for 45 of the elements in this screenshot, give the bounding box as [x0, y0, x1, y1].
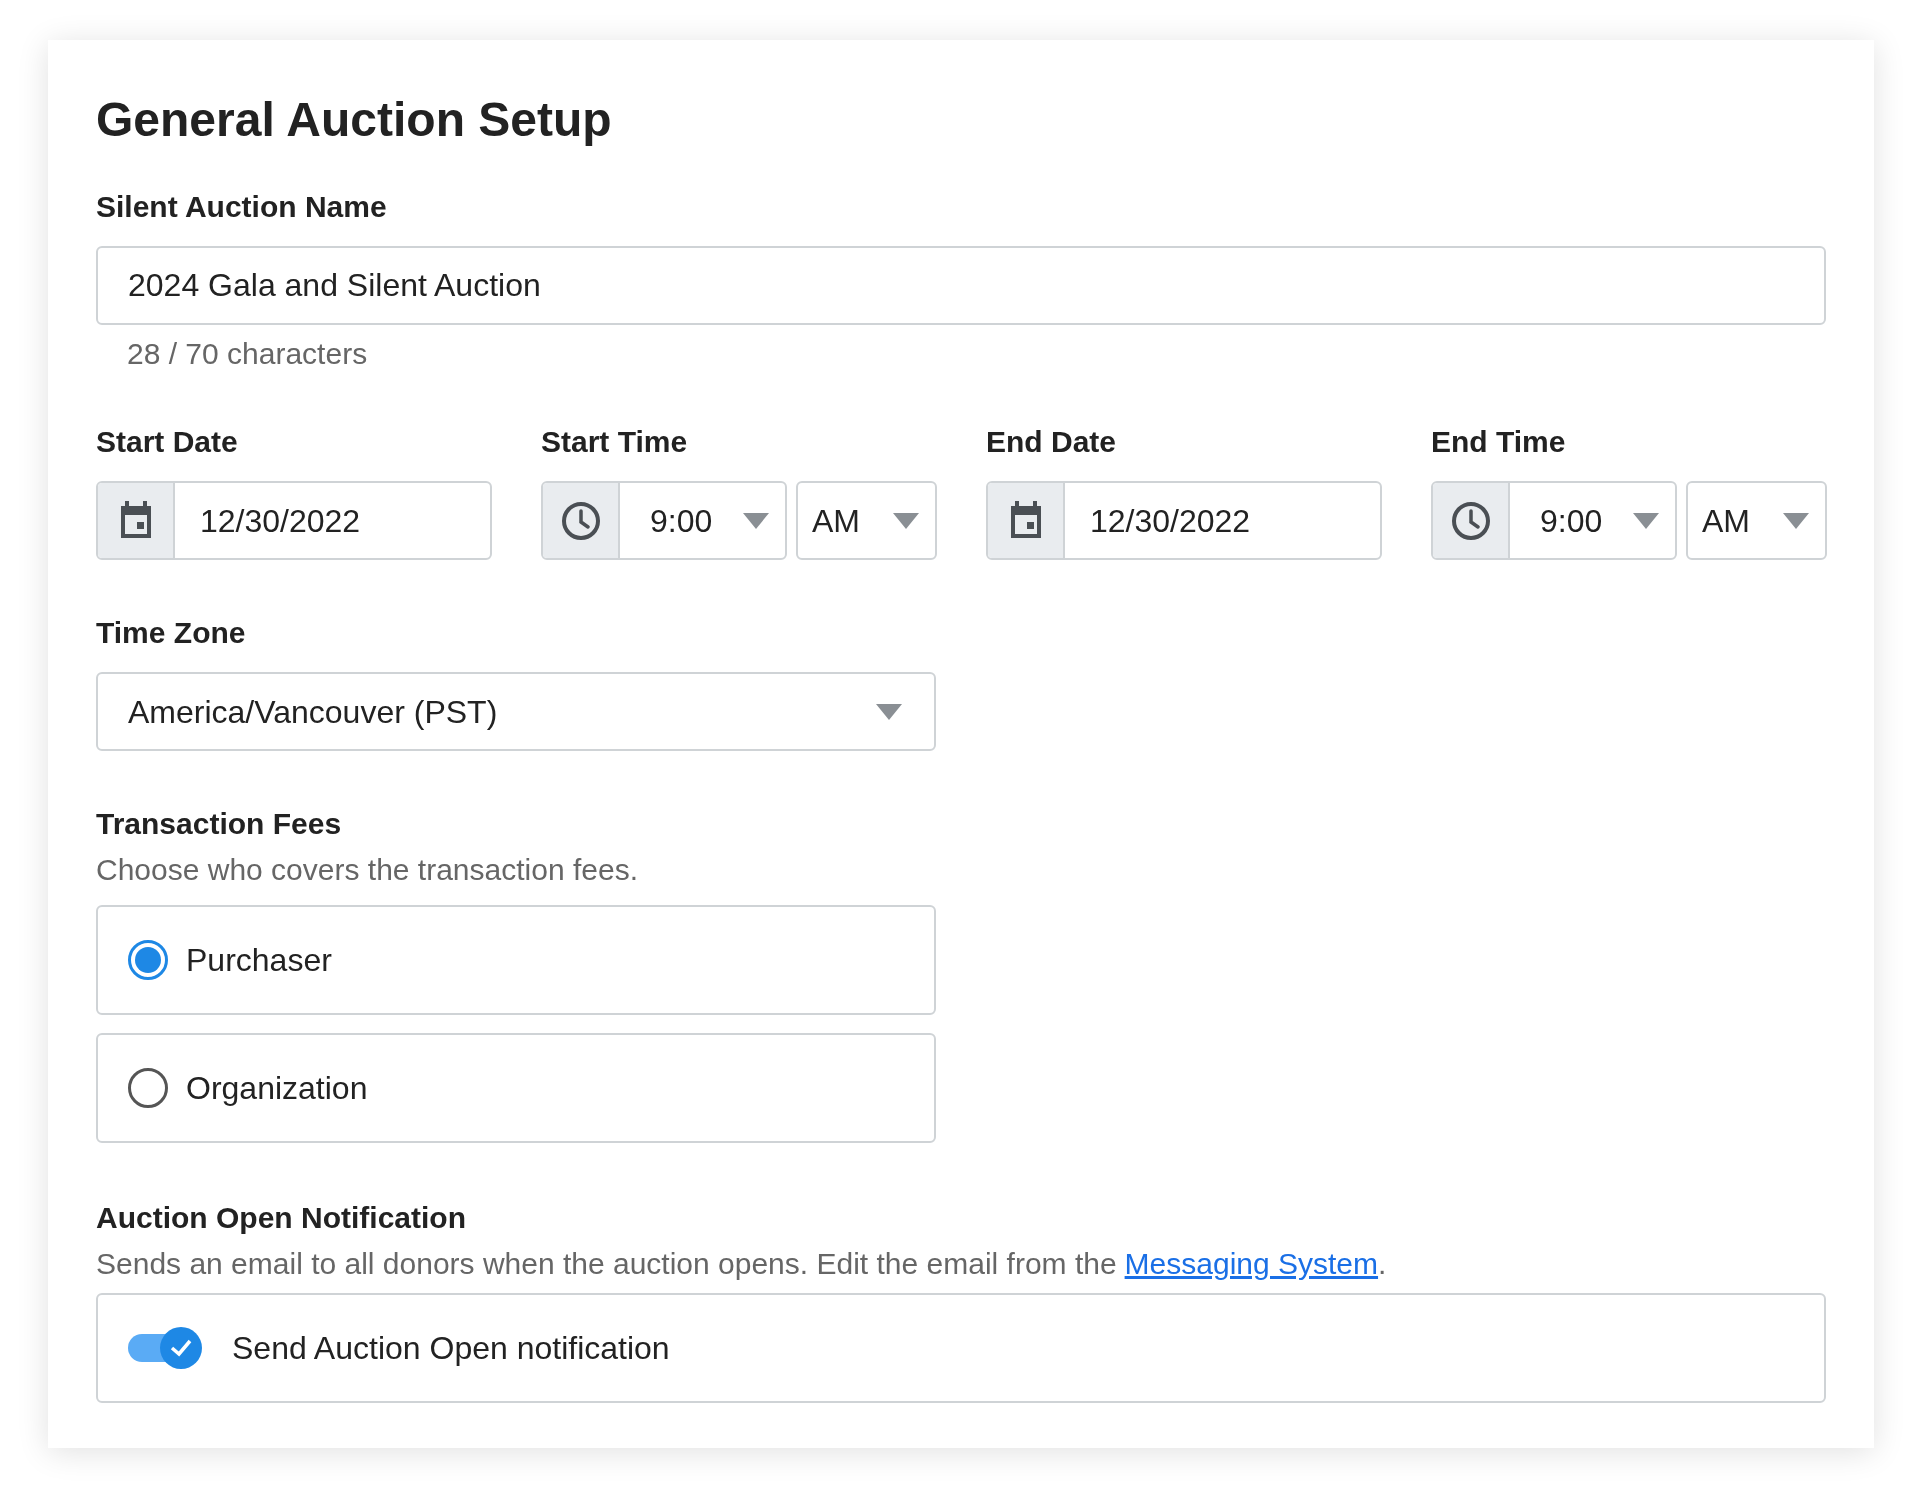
section-label: Auction Open Notification — [96, 1203, 467, 1233]
period-value: AM — [812, 501, 860, 541]
clock-icon — [560, 500, 601, 541]
date-field[interactable]: 12/30/2022 — [96, 481, 492, 560]
toggle-switch[interactable] — [128, 1327, 202, 1369]
field-label: Start Time — [541, 427, 689, 457]
caret-icon — [1783, 512, 1809, 529]
messaging-system-link[interactable]: Messaging System — [1124, 1249, 1379, 1279]
field-label: End Date — [986, 427, 1118, 457]
radio-option[interactable]: Purchaser — [96, 905, 936, 1015]
check-icon — [169, 1338, 193, 1358]
clock-icon — [1450, 500, 1491, 541]
caret-icon — [893, 512, 919, 529]
radio-label: Purchaser — [186, 941, 332, 980]
field-label: End Time — [1431, 427, 1567, 457]
period-select[interactable]: AM — [796, 481, 937, 560]
time-value: 9:00 — [650, 501, 713, 541]
section-description: Sends an email to all donors when the auction opens. Edit the email from the — [96, 1249, 1117, 1279]
time-value: 9:00 — [1540, 501, 1603, 541]
time-zone-value: America/Vancouver (PST) — [128, 692, 498, 732]
character-counter: 28 / 70 characters — [127, 339, 369, 369]
date-value: 12/30/2022 — [200, 501, 361, 541]
time-zone-select[interactable]: America/Vancouver (PST) — [96, 672, 936, 751]
radio-button[interactable] — [128, 1068, 168, 1108]
radio-option[interactable]: Organization — [96, 1033, 936, 1143]
section-description: Choose who covers the transaction fees. — [96, 855, 639, 885]
field-label: Silent Auction Name — [96, 192, 388, 222]
caret-icon — [876, 703, 902, 720]
date-field[interactable]: 12/30/2022 — [986, 481, 1382, 560]
period-text: . — [1378, 1249, 1387, 1279]
radio-button[interactable] — [128, 940, 168, 980]
time-select[interactable]: 9:00 — [1431, 481, 1677, 560]
field-label: Time Zone — [96, 618, 247, 648]
radio-label: Organization — [186, 1069, 368, 1108]
field-label: Start Date — [96, 427, 239, 457]
date-value: 12/30/2022 — [1090, 501, 1251, 541]
time-select[interactable]: 9:00 — [541, 481, 787, 560]
period-value: AM — [1702, 501, 1750, 541]
toggle-label: Send Auction Open notification — [232, 1329, 670, 1368]
section-label: Transaction Fees — [96, 809, 343, 839]
auction-name-field[interactable]: 2024 Gala and Silent Auction — [96, 246, 1826, 325]
caret-icon — [743, 512, 769, 529]
caret-icon — [1633, 512, 1659, 529]
period-select[interactable]: AM — [1686, 481, 1827, 560]
page-title: General Auction Setup — [96, 96, 613, 144]
